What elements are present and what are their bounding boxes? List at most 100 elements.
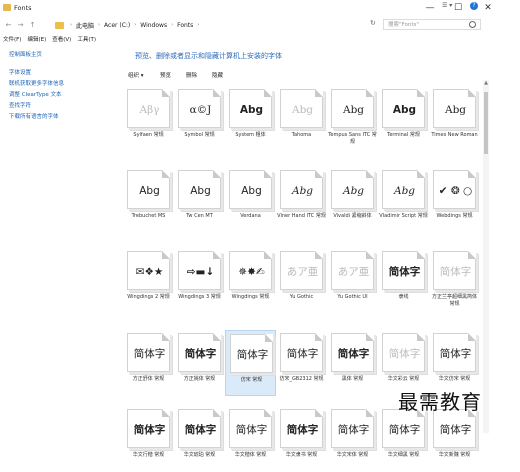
font-tile[interactable]: 简体字 隶线 [378, 248, 429, 314]
search-input[interactable]: 搜索"Fonts" [383, 19, 481, 30]
font-tile[interactable]: 简体字 方正兰亭超细黑简体 常规 [429, 248, 480, 314]
scrollbar-thumb[interactable] [484, 92, 488, 154]
back-button[interactable]: ← [4, 20, 13, 30]
breadcrumb-item[interactable]: Fonts [177, 22, 193, 29]
font-tile[interactable]: Abg Times New Roman [429, 86, 480, 152]
font-sample: α©J [189, 103, 212, 116]
font-name-label: Webdings 常规 [436, 213, 473, 219]
breadcrumb-separator: › [171, 22, 174, 28]
breadcrumb-item[interactable]: Windows [140, 22, 167, 29]
font-tile[interactable]: 简体字 华文琥珀 常规 [174, 406, 225, 472]
font-sample: Abg [139, 184, 160, 197]
font-tile[interactable]: ✵✸✍ Wingdings 常规 [225, 248, 276, 314]
font-sample: 简体字 [236, 349, 269, 361]
font-tile[interactable]: Abg Vladimir Script 常规 [378, 167, 429, 233]
font-name-label: 隶线 [398, 294, 409, 300]
font-tile[interactable]: 简体字 方正姚体 常规 [174, 330, 225, 396]
font-file-icon: 简体字 [331, 333, 374, 372]
minimize-button[interactable]: — [418, 1, 442, 15]
refresh-icon[interactable]: ↻ [370, 19, 380, 31]
font-file-icon: ✉❖★ [127, 251, 170, 290]
hide-button[interactable]: 隐藏 [212, 71, 223, 79]
font-tile[interactable]: 简体字 仿宋 常规 [225, 330, 276, 396]
font-sample: 简体字 [235, 424, 268, 436]
font-tile[interactable]: Abg Terminal 常规 [378, 86, 429, 152]
up-button[interactable]: ↑ [28, 20, 37, 30]
font-tile[interactable]: 简体字 仿宋_GB2312 常规 [276, 330, 327, 396]
font-tile[interactable]: α©J Symbol 常规 [174, 86, 225, 152]
font-tile[interactable]: Abg Trebuchet MS [123, 167, 174, 233]
address-bar: ← → ↑ › 此电脑 › Acer (C:) › Windows › Font… [0, 17, 520, 33]
font-tile[interactable]: Abg Viner Hand ITC 常规 [276, 167, 327, 233]
font-tile[interactable]: 简体字 华文行楷 常规 [123, 406, 174, 472]
font-tile[interactable]: Abg Vivaldi 紧缩斜体 [327, 167, 378, 233]
sidebar-item-cleartype[interactable]: 调整 ClearType 文本 [9, 90, 62, 98]
font-file-icon: ⇨▬↓ [178, 251, 221, 290]
font-tile[interactable]: あア亜 Yu Gothic UI [327, 248, 378, 314]
font-tile[interactable]: 简体字 华文隶书 常规 [276, 406, 327, 472]
help-icon[interactable]: ? [470, 2, 478, 10]
breadcrumb-item[interactable]: Acer (C:) [104, 22, 130, 29]
sidebar-item-download-fonts[interactable]: 下载所有语言的字体 [9, 112, 59, 120]
font-tile[interactable]: Abg Tw Cen MT [174, 167, 225, 233]
font-tile[interactable]: ✔ ❂ ○ Webdings 常规 [429, 167, 480, 233]
font-name-label: Times New Roman [431, 132, 478, 138]
organize-button[interactable]: 组织 ▾ [128, 71, 144, 79]
font-name-label: 华文宋体 常规 [336, 452, 369, 458]
font-sample: Abg [444, 103, 467, 116]
font-file-icon: Abg [433, 89, 476, 128]
scroll-up-arrow-icon[interactable]: ▲ [483, 80, 489, 88]
sidebar-item-online-fonts[interactable]: 联机获取更多字体信息 [9, 79, 64, 87]
font-name-label: 华文新魏 常规 [438, 452, 471, 458]
breadcrumb-item[interactable]: 此电脑 [76, 21, 94, 30]
breadcrumb-separator: › [134, 22, 137, 28]
sidebar-item-find-character[interactable]: 查找字符 [9, 101, 31, 109]
font-sample: 简体字 [439, 348, 472, 360]
font-tile[interactable]: あア亜 Yu Gothic [276, 248, 327, 314]
close-button[interactable]: ✕ [476, 1, 500, 15]
font-tile[interactable]: ⇨▬↓ Wingdings 3 常规 [174, 248, 225, 314]
forward-button[interactable]: → [16, 20, 25, 30]
breadcrumb-separator: › [98, 22, 101, 28]
font-tile[interactable]: 简体字 黑体 常规 [327, 330, 378, 396]
font-name-label: 华文楷体 常规 [234, 452, 267, 458]
font-tile[interactable]: 简体字 华文宋体 常规 [327, 406, 378, 472]
breadcrumb-separator: › [70, 22, 72, 28]
delete-button[interactable]: 删除 [186, 71, 197, 79]
preview-button[interactable]: 预览 [160, 71, 171, 79]
font-sample: Abg [342, 103, 365, 116]
font-tile[interactable]: 简体字 华文细黑 常规 [378, 406, 429, 472]
menu-tools[interactable]: 工具(T) [77, 35, 96, 43]
search-icon[interactable] [469, 21, 476, 28]
font-file-icon: Abg [229, 89, 272, 128]
command-toolbar: 组织 ▾ 预览 删除 隐藏 [128, 68, 488, 80]
sidebar-item-font-settings[interactable]: 字体设置 [9, 68, 31, 76]
font-file-icon: 简体字 [127, 333, 170, 372]
font-tile[interactable]: Abg System 粗体 [225, 86, 276, 152]
view-options-button[interactable]: ☰ ▾ [442, 2, 452, 9]
font-tile[interactable]: Abg Verdana [225, 167, 276, 233]
font-name-label: Symbol 常规 [184, 132, 215, 138]
font-tile[interactable]: Abg Tahoma [276, 86, 327, 152]
menu-file[interactable]: 文件(F) [3, 35, 21, 43]
menu-view[interactable]: 查看(V) [52, 35, 71, 43]
font-sample: Abg [291, 103, 314, 116]
font-tile[interactable]: 简体字方正舒体 常规 [123, 330, 174, 396]
font-name-label: 华文彩云 常规 [387, 376, 420, 382]
font-name-label: 方正舒体 常规 [132, 376, 165, 382]
font-tile[interactable]: ✉❖★ Wingdings 2 常规 [123, 248, 174, 314]
font-name-label: 华文仿宋 常规 [438, 376, 471, 382]
font-tile[interactable]: 简体字 华文新魏 常规 [429, 406, 480, 472]
font-tile[interactable]: Aβγ Sylfaen 常规 [123, 86, 174, 152]
menu-edit[interactable]: 编辑(E) [27, 35, 46, 43]
font-tile[interactable]: Abg Tempus Sans ITC 常规 [327, 86, 378, 152]
font-sample: 简体字 [133, 424, 166, 436]
font-tile[interactable]: 简体字华文楷体 常规 [225, 406, 276, 472]
font-file-icon: 简体字 [433, 333, 476, 372]
font-file-icon: ✔ ❂ ○ [433, 170, 476, 209]
sidebar-item-control-panel-home[interactable]: 控制面板主页 [9, 50, 42, 58]
font-file-icon: 简体字 [230, 334, 273, 373]
window-title: Fonts [14, 4, 32, 12]
breadcrumb[interactable]: › 此电脑 › Acer (C:) › Windows › Fonts › [55, 19, 385, 31]
font-name-label: Yu Gothic [289, 294, 314, 300]
